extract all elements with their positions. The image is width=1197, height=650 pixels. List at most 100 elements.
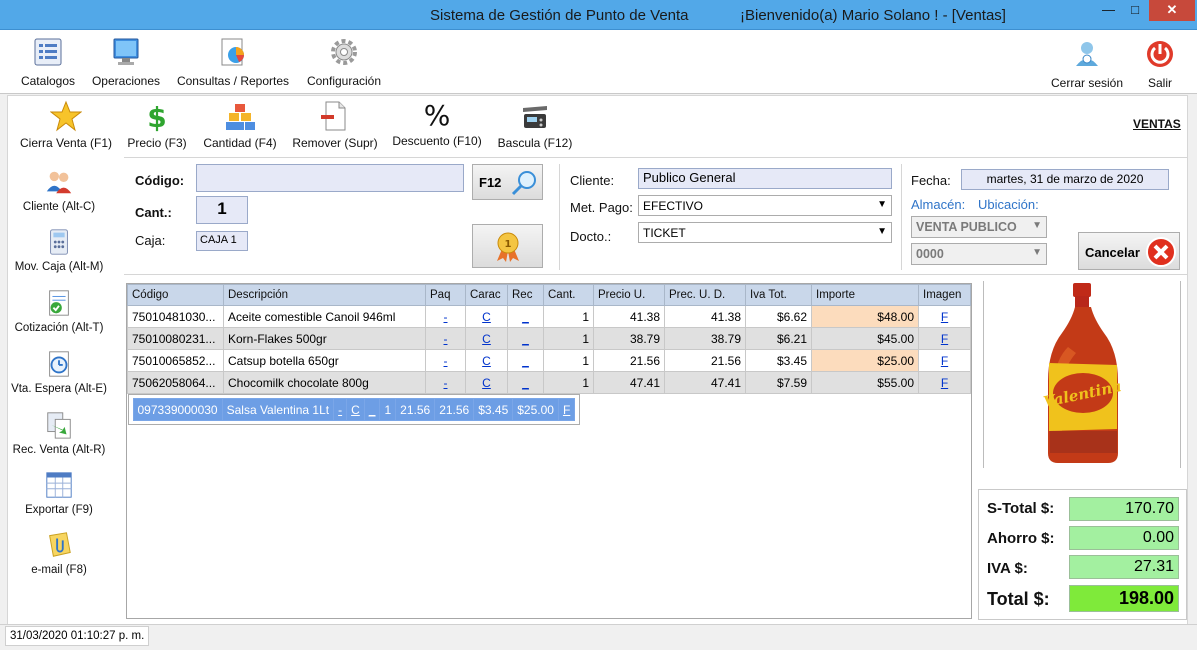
carac-link[interactable]: C — [482, 354, 491, 368]
metpago-select[interactable]: EFECTIVO ▼ — [638, 195, 892, 216]
column-header[interactable]: Rec — [507, 284, 544, 306]
sidebar-exportar[interactable]: Exportar (F9) — [9, 470, 109, 516]
table-row[interactable]: 75010065852... Catsup botella 650gr - C … — [127, 349, 971, 372]
cell-imagen[interactable]: F — [557, 398, 576, 421]
close-button[interactable]: ✕ — [1149, 0, 1195, 21]
column-header[interactable]: Prec. U. D. — [664, 284, 746, 306]
toolbar-cantidad[interactable]: Cantidad (F4) — [200, 100, 280, 150]
column-header[interactable]: Descripción — [223, 284, 426, 306]
exit-button[interactable]: Salir — [1140, 38, 1180, 90]
cell-paq[interactable]: - — [425, 327, 466, 350]
sidebar-cotizacion[interactable]: Cotización (Alt-T) — [9, 288, 109, 334]
menu-operaciones[interactable]: Operaciones — [90, 36, 162, 88]
column-header[interactable]: Importe — [811, 284, 919, 306]
cell-rec[interactable]: _ — [507, 371, 544, 394]
cancel-button[interactable]: Cancelar — [1078, 232, 1180, 270]
cell-carac[interactable]: C — [465, 327, 508, 350]
cell-rec[interactable]: _ — [507, 327, 544, 350]
sidebar-email[interactable]: e-mail (F8) — [9, 530, 109, 576]
rec-link[interactable]: _ — [522, 332, 529, 346]
carac-link[interactable]: C — [482, 310, 491, 324]
rec-link[interactable]: _ — [522, 376, 529, 390]
toolbar-cierra-venta[interactable]: Cierra Venta (F1) — [20, 100, 112, 150]
sidebar-rec-venta[interactable]: Rec. Venta (Alt-R) — [9, 410, 109, 456]
imagen-link[interactable]: F — [563, 403, 570, 417]
cell-iva-tot: $6.62 — [745, 305, 812, 328]
iva-label: IVA $: — [987, 560, 1028, 577]
sale-items-grid[interactable]: Código Descripción Paq Carac Rec Cant. P… — [126, 283, 972, 619]
cell-rec[interactable]: _ — [507, 349, 544, 372]
cell-imagen[interactable]: F — [918, 305, 971, 328]
docto-select[interactable]: TICKET ▼ — [638, 222, 892, 243]
fecha-input[interactable]: martes, 31 de marzo de 2020 — [961, 169, 1169, 190]
column-header[interactable]: Cant. — [543, 284, 594, 306]
fecha-label: Fecha: — [911, 173, 951, 188]
imagen-link[interactable]: F — [941, 376, 948, 390]
cell-carac[interactable]: C — [465, 349, 508, 372]
cell-imagen[interactable]: F — [918, 327, 971, 350]
sidebar-mov-caja[interactable]: Mov. Caja (Alt-M) — [9, 227, 109, 273]
cell-carac[interactable]: C — [465, 305, 508, 328]
maximize-button[interactable]: □ — [1122, 0, 1148, 21]
search-f12-button[interactable]: F12 — [472, 164, 543, 200]
imagen-link[interactable]: F — [941, 332, 948, 346]
sidebar-vta-espera[interactable]: Vta. Espera (Alt-E) — [9, 349, 109, 395]
cell-carac[interactable]: C — [465, 371, 508, 394]
cell-paq[interactable]: - — [425, 349, 466, 372]
imagen-link[interactable]: F — [941, 354, 948, 368]
sidebar-cliente-label: Cliente (Alt-C) — [22, 201, 96, 213]
sidebar-cliente[interactable]: Cliente (Alt-C) — [9, 167, 109, 213]
minimize-button[interactable]: — — [1095, 0, 1122, 21]
menu-consultas[interactable]: Consultas / Reportes — [176, 36, 290, 88]
cell-imagen[interactable]: F — [918, 371, 971, 394]
carac-link[interactable]: C — [482, 332, 491, 346]
ahorro-value: 0.00 — [1069, 526, 1179, 550]
carac-link[interactable]: C — [482, 376, 491, 390]
cell-paq[interactable]: - — [425, 305, 466, 328]
paq-link[interactable]: - — [444, 376, 448, 390]
column-header[interactable]: Precio U. — [593, 284, 665, 306]
cell-imagen[interactable]: F — [918, 349, 971, 372]
imagen-link[interactable]: F — [941, 310, 948, 324]
loyalty-button[interactable]: 1 — [472, 224, 543, 268]
toolbar-remover[interactable]: Remover (Supr) — [290, 100, 380, 150]
column-header[interactable]: Carac — [465, 284, 508, 306]
toolbar-bascula[interactable]: Bascula (F12) — [496, 100, 574, 150]
cliente-input[interactable]: Publico General — [638, 168, 892, 189]
menu-configuracion[interactable]: Configuración — [304, 36, 384, 88]
hot-sauce-bottle-image: Valentina — [1042, 283, 1123, 463]
chevron-down-icon: ▼ — [877, 226, 887, 237]
table-row[interactable]: 75010481030... Aceite comestible Canoil … — [127, 305, 971, 328]
cant-input[interactable]: 1 — [196, 196, 248, 224]
cell-carac[interactable]: C — [346, 398, 365, 421]
cell-paq[interactable]: - — [425, 371, 466, 394]
column-header[interactable]: Iva Tot. — [745, 284, 812, 306]
cell-rec[interactable]: _ — [507, 305, 544, 328]
cell-rec[interactable]: _ — [363, 398, 381, 421]
paq-link[interactable]: - — [444, 332, 448, 346]
rec-link[interactable]: _ — [522, 354, 529, 368]
report-chart-icon — [221, 38, 244, 66]
rec-link[interactable]: _ — [522, 310, 529, 324]
table-row[interactable]: 75062058064... Chocomilk chocolate 800g … — [127, 371, 971, 394]
menu-catalogos[interactable]: Catalogos — [18, 36, 78, 88]
paq-link[interactable]: - — [444, 354, 448, 368]
toolbar-descuento[interactable]: % Descuento (F10) — [392, 98, 482, 148]
paq-link[interactable]: - — [338, 403, 342, 417]
ubicacion-select[interactable]: 0000 ▼ — [911, 243, 1047, 265]
paq-link[interactable]: - — [444, 310, 448, 324]
toolbar-precio[interactable]: $ Precio (F3) — [126, 100, 188, 150]
almacen-select[interactable]: VENTA PUBLICO ▼ — [911, 216, 1047, 238]
ventas-section-link[interactable]: VENTAS — [1133, 117, 1181, 131]
column-header[interactable]: Código — [127, 284, 224, 306]
column-header[interactable]: Imagen — [918, 284, 971, 306]
codigo-input[interactable] — [196, 164, 464, 192]
logout-button[interactable]: Cerrar sesión — [1050, 38, 1124, 90]
caja-input[interactable]: CAJA 1 — [196, 231, 248, 251]
rec-link[interactable]: _ — [369, 403, 376, 417]
carac-link[interactable]: C — [351, 403, 360, 417]
cell-paq[interactable]: - — [333, 398, 348, 421]
table-row-selected[interactable]: 097339000030 Salsa Valentina 1Lt - C _ 1… — [127, 394, 581, 425]
column-header[interactable]: Paq — [425, 284, 466, 306]
table-row[interactable]: 75010080231... Korn-Flakes 500gr - C _ 1… — [127, 327, 971, 350]
